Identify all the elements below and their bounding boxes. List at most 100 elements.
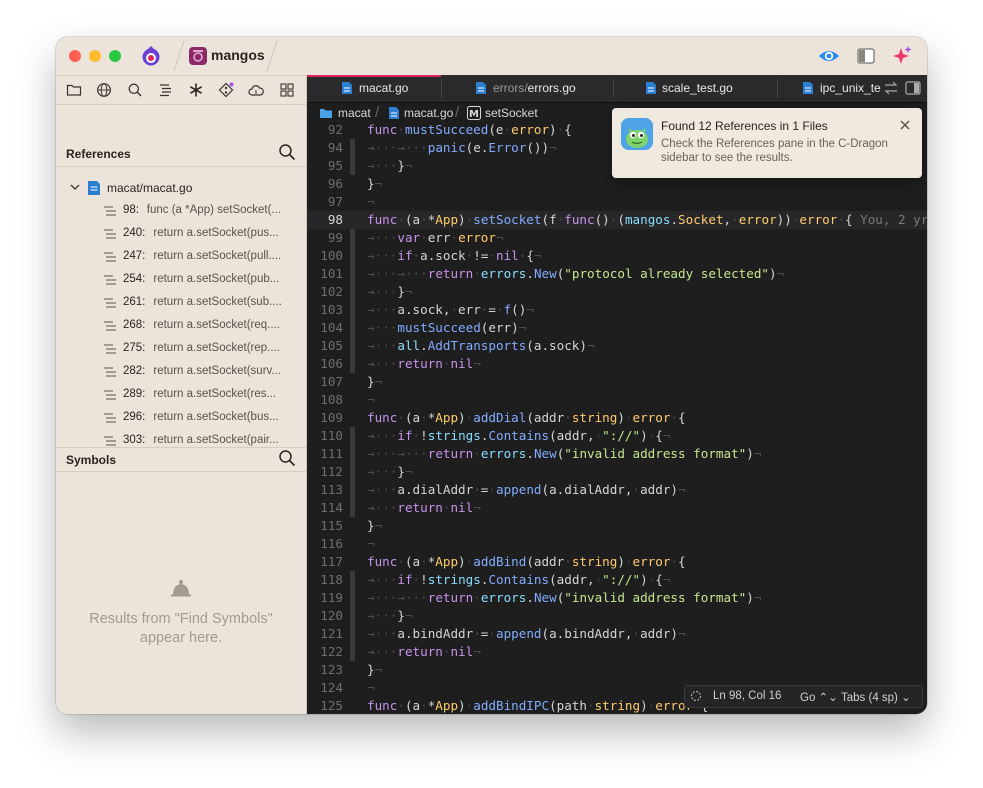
minimize-window-button[interactable]	[89, 50, 101, 62]
cloud-icon[interactable]	[248, 82, 264, 98]
breadcrumb-symbol[interactable]: setSocket	[485, 106, 538, 120]
sparkle-icon[interactable]	[892, 45, 912, 65]
sidebar-toolbar	[56, 75, 306, 105]
symbols-search-icon[interactable]	[278, 449, 296, 467]
language-selector[interactable]: Go ⌃⌄	[800, 690, 838, 704]
code-line[interactable]: 100 →···if·a.sock·!=·nil·{¬	[307, 247, 927, 265]
code-line[interactable]: 109 func·(a·*App)·addDial(addr·string)·er…	[307, 409, 927, 427]
chevron-down-icon[interactable]	[70, 182, 80, 192]
title-separator	[173, 41, 185, 71]
gutter-indent-bar	[350, 571, 355, 589]
grid-icon[interactable]	[279, 82, 295, 98]
code-line[interactable]: 116 ¬	[307, 535, 927, 553]
code-line[interactable]: 103 →···a.sock,·err·=·f()¬	[307, 301, 927, 319]
code-line[interactable]: 99 →···var·err·error¬	[307, 229, 927, 247]
asterisk-icon[interactable]	[188, 82, 204, 98]
tab-bar: macat.go errors/errors.go scale_test.go …	[307, 75, 927, 103]
reference-row[interactable]: 303: return a.setSocket(pair...	[104, 433, 304, 451]
breadcrumb-file[interactable]: macat.go	[404, 106, 453, 120]
code-line[interactable]: 105 →···all.AddTransports(a.sock)¬	[307, 337, 927, 355]
reference-row[interactable]: 296: return a.setSocket(bus...	[104, 410, 304, 428]
reference-row[interactable]: 261: return a.setSocket(sub....	[104, 295, 304, 313]
git-icon[interactable]	[218, 82, 234, 98]
code-line[interactable]: 117 func·(a·*App)·addBind(addr·string)·er…	[307, 553, 927, 571]
code-line[interactable]: 111 →···→···return·errors.New("invalid ad…	[307, 445, 927, 463]
reference-snippet: return a.setSocket(pus...	[153, 227, 279, 239]
code-text: }¬	[367, 518, 383, 533]
line-number: 109	[320, 410, 343, 425]
code-line[interactable]: 115 }¬	[307, 517, 927, 535]
tab-errors-go[interactable]: errors/errors.go	[475, 75, 615, 102]
reference-row[interactable]: 282: return a.setSocket(surv...	[104, 364, 304, 382]
reference-line-number: 98:	[123, 204, 139, 216]
project-name[interactable]: mangos	[211, 47, 265, 63]
project-icon[interactable]	[189, 47, 207, 65]
reference-row[interactable]: 289: return a.setSocket(res...	[104, 387, 304, 405]
code-line[interactable]: 101 →···→···return·errors.New("protocol a…	[307, 265, 927, 283]
code-line[interactable]: 118 →···if·!strings.Contains(addr,·"://")…	[307, 571, 927, 589]
code-line[interactable]: 122 →···return·nil¬	[307, 643, 927, 661]
reference-line-number: 296:	[123, 411, 146, 423]
reference-row[interactable]: 247: return a.setSocket(pull....	[104, 249, 304, 267]
gutter-indent-bar	[350, 157, 355, 175]
app-logo-icon[interactable]	[140, 45, 162, 67]
cursor-position[interactable]: Ln 98, Col 16	[713, 690, 781, 702]
tab-separator	[441, 79, 442, 98]
tab-ipc-unix-test[interactable]: ipc_unix_te	[802, 75, 882, 102]
code-line[interactable]: 114 →···return·nil¬	[307, 499, 927, 517]
tab-macat-go[interactable]: macat.go	[329, 75, 449, 102]
close-icon[interactable]	[899, 119, 911, 131]
code-text: →···a.dialAddr·=·append(a.dialAddr,·addr…	[367, 482, 686, 497]
line-number: 101	[320, 266, 343, 281]
line-number: 94	[327, 140, 343, 155]
layout-toggle-icon[interactable]	[857, 48, 875, 64]
close-window-button[interactable]	[69, 50, 81, 62]
spinner-icon[interactable]	[690, 690, 702, 702]
references-search-icon[interactable]	[278, 143, 296, 161]
code-line[interactable]: 110 →···if·!strings.Contains(addr,·"://")…	[307, 427, 927, 445]
code-line[interactable]: 98 func·(a·*App)·setSocket(f·func()·(mang…	[307, 211, 927, 229]
code-line[interactable]: 97 ¬	[307, 193, 927, 211]
indentation-selector[interactable]: Tabs (4 sp) ⌄	[841, 690, 911, 704]
globe-icon[interactable]	[96, 82, 112, 98]
code-line[interactable]: 112 →···}¬	[307, 463, 927, 481]
text-lines-icon	[104, 436, 116, 446]
tab-scale-test-go[interactable]: scale_test.go	[645, 75, 765, 102]
code-line[interactable]: 123}¬	[307, 661, 927, 679]
code-text: →···return·nil¬	[367, 356, 481, 371]
eye-icon[interactable]	[818, 47, 840, 65]
list-icon[interactable]	[157, 82, 173, 98]
reference-snippet: return a.setSocket(pub...	[153, 273, 280, 285]
reference-row[interactable]: 254: return a.setSocket(pub...	[104, 272, 304, 290]
code-line[interactable]: 121 →···a.bindAddr·=·append(a.bindAddr,·a…	[307, 625, 927, 643]
line-number: 113	[320, 482, 343, 497]
reference-row[interactable]: 275: return a.setSocket(rep....	[104, 341, 304, 359]
code-line[interactable]: 113 →···a.dialAddr·=·append(a.dialAddr,·a…	[307, 481, 927, 499]
divider	[56, 471, 306, 472]
code-line[interactable]: 106 →···return·nil¬	[307, 355, 927, 373]
code-text: ¬	[367, 392, 375, 407]
line-number: 115	[320, 518, 343, 533]
code-line[interactable]: 120 →···}¬	[307, 607, 927, 625]
line-number: 120	[320, 608, 343, 623]
line-number: 125	[320, 698, 343, 713]
split-view-icon[interactable]	[905, 81, 921, 95]
code-line[interactable]: 107}¬	[307, 373, 927, 391]
reference-row[interactable]: 98: func (a *App) setSocket(...	[104, 203, 304, 221]
folder-icon[interactable]	[66, 82, 82, 98]
code-text: func·(a·*App)·setSocket(f·func()·(mangos…	[367, 211, 927, 229]
code-line[interactable]: 102 →···}¬	[307, 283, 927, 301]
reference-row[interactable]: 268: return a.setSocket(req....	[104, 318, 304, 336]
code-line[interactable]: 119 →···→···return·errors.New("invalid ad…	[307, 589, 927, 607]
code-area[interactable]: 92 func·mustSucceed(e·error)·{94 →···→···p…	[307, 123, 927, 714]
reference-row[interactable]: 240: return a.setSocket(pus...	[104, 226, 304, 244]
line-number: 100	[320, 248, 343, 263]
breadcrumb-folder[interactable]: macat	[338, 106, 371, 120]
search-icon[interactable]	[127, 82, 143, 98]
swap-arrows-icon[interactable]	[883, 81, 899, 95]
code-line[interactable]: 108 ¬	[307, 391, 927, 409]
reference-line-number: 247:	[123, 250, 146, 262]
zoom-window-button[interactable]	[109, 50, 121, 62]
go-file-icon	[803, 82, 813, 94]
code-line[interactable]: 104 →···mustSucceed(err)¬	[307, 319, 927, 337]
